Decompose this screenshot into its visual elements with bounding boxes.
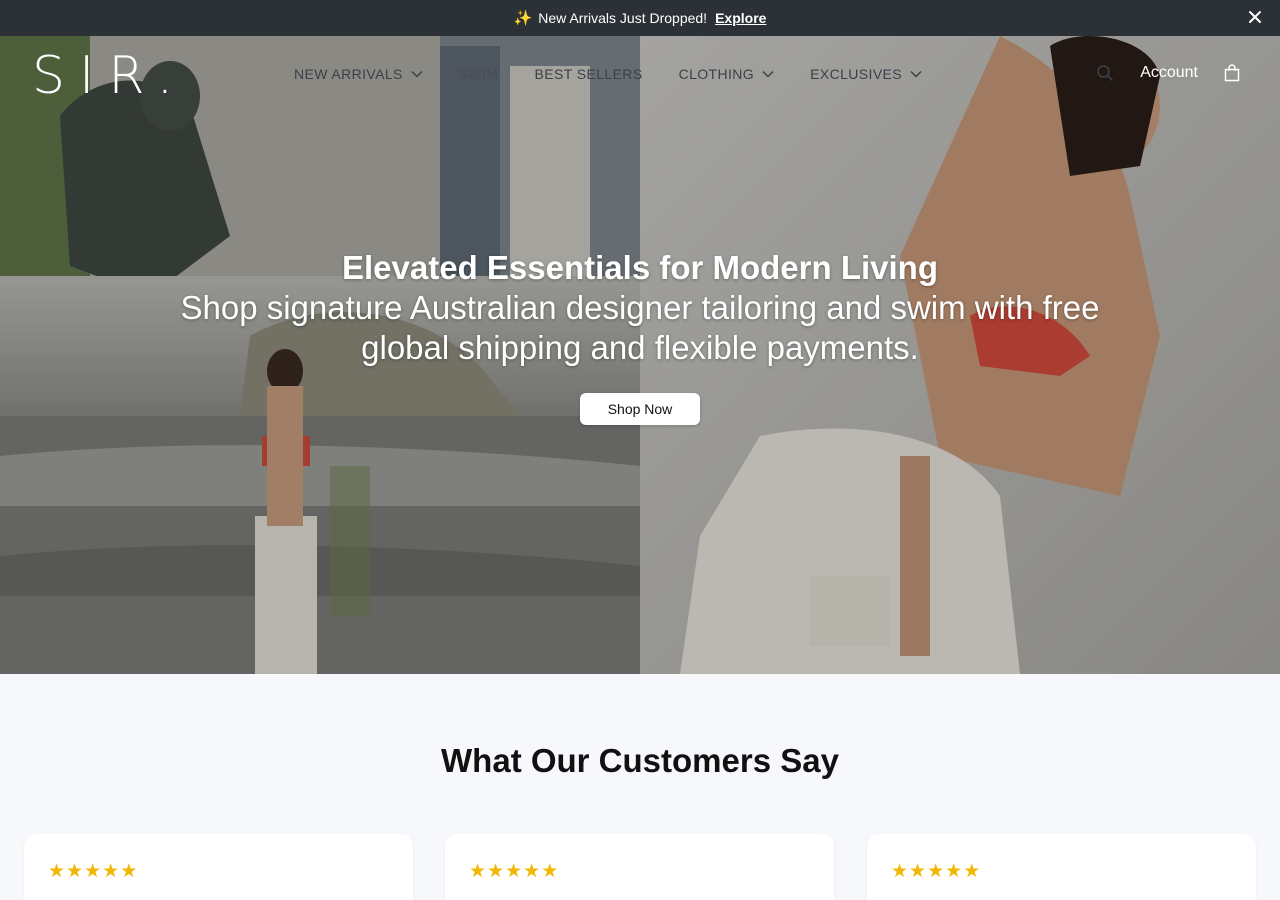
star-icon: ★ — [927, 861, 945, 882]
chevron-down-icon — [411, 70, 423, 78]
star-rating: ★ ★ ★ ★ ★ — [891, 862, 981, 881]
main-nav: NEW ARRIVALS SWIM BEST SELLERS CLOTHING … — [294, 66, 958, 82]
site-logo[interactable]: SIR. — [32, 50, 187, 102]
star-icon: ★ — [945, 861, 963, 882]
hero-copy: Elevated Essentials for Modern Living Sh… — [0, 248, 1280, 368]
site-header: SIR. NEW ARRIVALS SWIM BEST SELLERS CLOT… — [0, 36, 1280, 116]
star-icon: ★ — [66, 861, 84, 882]
shop-now-button[interactable]: Shop Now — [580, 393, 700, 425]
account-link[interactable]: Account — [1140, 64, 1198, 82]
star-icon: ★ — [487, 861, 505, 882]
reviews-section: What Our Customers Say ★ ★ ★ ★ ★ ★ ★ ★ ★ ★ ★ ★ ★ ★ ★ — [0, 674, 1280, 900]
chevron-down-icon — [762, 70, 774, 78]
review-card: ★ ★ ★ ★ ★ — [445, 834, 834, 900]
nav-label: NEW ARRIVALS — [294, 66, 403, 82]
star-icon: ★ — [505, 861, 523, 882]
star-icon: ★ — [84, 861, 102, 882]
review-card: ★ ★ ★ ★ ★ — [24, 834, 413, 900]
nav-label: EXCLUSIVES — [810, 66, 903, 82]
announcement-text: New Arrivals Just Dropped! — [538, 10, 708, 26]
review-card: ★ ★ ★ ★ ★ — [867, 834, 1256, 900]
nav-item-best-sellers[interactable]: BEST SELLERS — [535, 66, 643, 82]
hero-subtitle: Shop signature Australian designer tailo… — [180, 289, 1100, 366]
star-rating: ★ ★ ★ ★ ★ — [469, 862, 559, 881]
chevron-down-icon — [910, 70, 922, 78]
search-icon[interactable] — [1096, 64, 1114, 82]
star-icon: ★ — [469, 861, 487, 882]
shopping-bag-icon[interactable] — [1224, 64, 1240, 82]
explore-link[interactable]: Explore — [715, 10, 766, 26]
star-icon: ★ — [541, 861, 559, 882]
nav-item-swim[interactable]: SWIM — [459, 66, 499, 82]
star-icon: ★ — [909, 861, 927, 882]
nav-label: SWIM — [458, 66, 499, 82]
star-icon: ★ — [48, 861, 66, 882]
nav-label: BEST SELLERS — [534, 66, 643, 82]
star-icon: ★ — [120, 861, 138, 882]
close-icon[interactable] — [1246, 8, 1264, 26]
nav-item-clothing[interactable]: CLOTHING — [679, 66, 775, 82]
star-icon: ★ — [102, 861, 120, 882]
star-icon: ★ — [963, 861, 981, 882]
reviews-title: What Our Customers Say — [441, 742, 839, 779]
announcement-bar: ✨ New Arrivals Just Dropped! Explore — [0, 0, 1280, 36]
nav-label: CLOTHING — [678, 66, 755, 82]
nav-item-exclusives[interactable]: EXCLUSIVES — [810, 66, 922, 82]
star-icon: ★ — [523, 861, 541, 882]
header-actions: Account — [1096, 64, 1240, 82]
hero-title: Elevated Essentials for Modern Living — [342, 249, 938, 286]
sparkles-icon: ✨ — [513, 10, 533, 27]
star-icon: ★ — [891, 861, 909, 882]
nav-item-new-arrivals[interactable]: NEW ARRIVALS — [294, 66, 423, 82]
star-rating: ★ ★ ★ ★ ★ — [48, 862, 138, 881]
